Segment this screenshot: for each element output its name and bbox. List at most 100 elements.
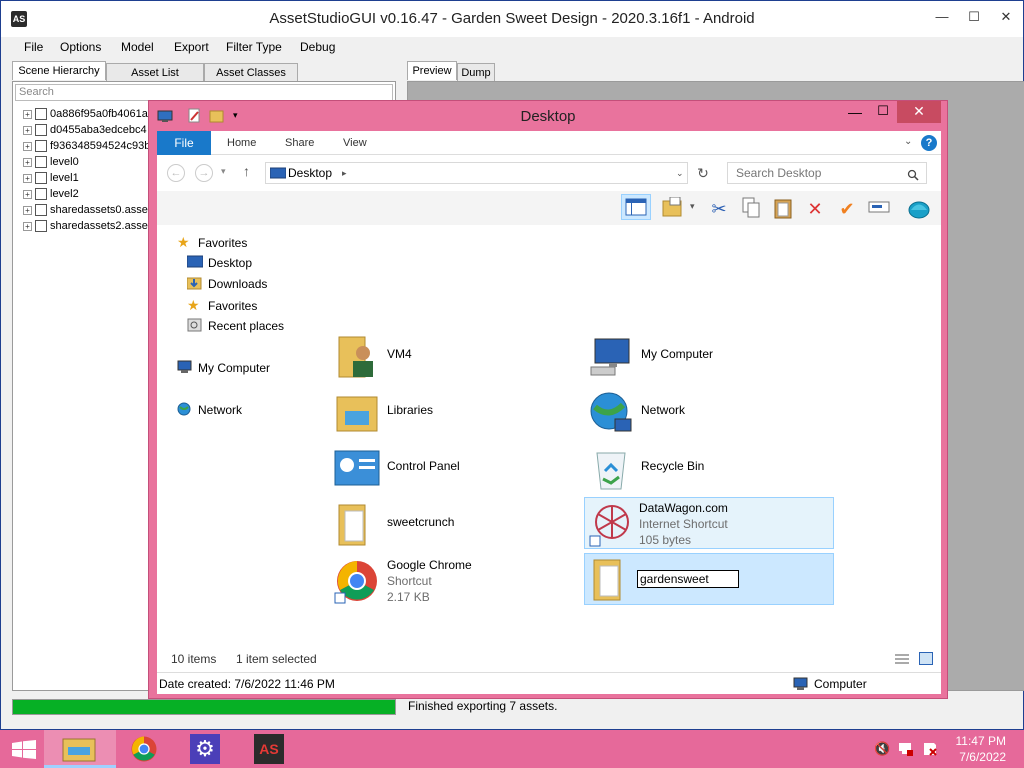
- taskbar-explorer[interactable]: [44, 730, 116, 768]
- taskbar-assetstudio[interactable]: AS: [236, 730, 308, 768]
- tree-checkbox[interactable]: [35, 124, 47, 137]
- explorer-close-button[interactable]: ✕: [897, 101, 941, 123]
- tree-checkbox[interactable]: [35, 188, 47, 201]
- tab-asset-classes[interactable]: Asset Classes: [204, 63, 298, 82]
- tree-item[interactable]: + f936348594524c93b: [23, 138, 150, 154]
- menu-export[interactable]: Export: [174, 40, 209, 54]
- ribbon-home-tab[interactable]: Home: [227, 137, 256, 149]
- back-icon[interactable]: ←: [167, 164, 185, 182]
- folder-gardensweet[interactable]: gardensweet: [584, 553, 834, 605]
- nav-my-computer[interactable]: My Computer: [177, 359, 270, 377]
- volume-muted-icon[interactable]: 🔇: [874, 741, 890, 757]
- taskbar-clock[interactable]: 11:47 PM 7/6/2022: [956, 733, 1006, 765]
- shortcut-google-chrome[interactable]: Google Chrome Shortcut 2.17 KB: [333, 555, 533, 607]
- tree-item[interactable]: + d0455aba3edcebc4: [23, 122, 147, 138]
- ribbon-expand-icon[interactable]: ⌄: [904, 136, 912, 147]
- expand-icon[interactable]: +: [23, 109, 32, 119]
- shortcut-datawagon[interactable]: DataWagon.com Internet Shortcut 105 byte…: [584, 497, 834, 549]
- explorer-maximize-button[interactable]: ☐: [871, 103, 895, 119]
- options-dropdown-icon[interactable]: ▾: [690, 201, 695, 212]
- menu-filter-type[interactable]: Filter Type: [226, 40, 282, 54]
- tree-item[interactable]: + level2: [23, 186, 79, 202]
- item-network[interactable]: Network: [587, 387, 787, 439]
- help-icon[interactable]: ?: [921, 135, 937, 151]
- tree-checkbox[interactable]: [35, 204, 47, 217]
- tree-checkbox[interactable]: [35, 140, 47, 153]
- nav-downloads[interactable]: Downloads: [187, 275, 267, 293]
- recent-locations-icon[interactable]: ▾: [221, 166, 226, 177]
- cut-icon[interactable]: ✂: [707, 197, 731, 221]
- tree-item-label: 0a886f95a0fb4061a: [50, 108, 148, 120]
- tree-item[interactable]: + sharedassets0.asset: [23, 202, 151, 218]
- expand-icon[interactable]: +: [23, 173, 32, 183]
- nav-favorites-folder[interactable]: ★ Favorites: [187, 296, 257, 314]
- network-tray-icon[interactable]: [898, 741, 914, 757]
- expand-icon[interactable]: +: [23, 141, 32, 151]
- taskbar-settings[interactable]: ⚙: [172, 730, 244, 768]
- item-my-computer[interactable]: My Computer: [587, 331, 787, 383]
- address-dropdown-icon[interactable]: ⌄: [676, 163, 684, 183]
- ribbon-file-tab[interactable]: File: [157, 131, 211, 155]
- expand-icon[interactable]: +: [23, 221, 32, 231]
- address-bar[interactable]: Desktop ▸ ⌄: [265, 162, 688, 184]
- menu-model[interactable]: Model: [121, 40, 154, 54]
- tree-item[interactable]: + sharedassets2.asset: [23, 218, 151, 234]
- rename-icon[interactable]: [867, 197, 891, 221]
- tree-item[interactable]: + level1: [23, 170, 79, 186]
- tab-preview[interactable]: Preview: [407, 61, 457, 80]
- folder-sweetcrunch[interactable]: sweetcrunch: [333, 499, 533, 551]
- menu-options[interactable]: Options: [60, 40, 101, 54]
- ribbon-view-tab[interactable]: View: [343, 137, 367, 149]
- menu-file[interactable]: File: [24, 40, 43, 54]
- start-button[interactable]: [0, 730, 48, 768]
- explorer-minimize-button[interactable]: —: [843, 104, 867, 120]
- large-icons-view-icon[interactable]: [919, 652, 933, 665]
- expand-icon[interactable]: +: [23, 189, 32, 199]
- rename-input[interactable]: gardensweet: [637, 570, 739, 588]
- ribbon-share-tab[interactable]: Share: [285, 137, 314, 149]
- tree-item[interactable]: + level0: [23, 154, 79, 170]
- item-libraries[interactable]: Libraries: [333, 387, 533, 439]
- forward-icon[interactable]: →: [195, 164, 213, 182]
- item-recycle-bin[interactable]: Recycle Bin: [587, 443, 787, 495]
- tree-checkbox[interactable]: [35, 156, 47, 169]
- minimize-button[interactable]: —: [927, 7, 957, 27]
- expand-icon[interactable]: +: [23, 205, 32, 215]
- delete-icon[interactable]: ✕: [803, 197, 827, 221]
- up-icon[interactable]: ↑: [243, 163, 250, 179]
- shell-icon[interactable]: [907, 197, 931, 221]
- nav-network[interactable]: Network: [177, 401, 242, 419]
- search-input[interactable]: Search: [15, 84, 393, 101]
- nav-favorites[interactable]: ★ Favorites: [177, 233, 247, 251]
- tree-checkbox[interactable]: [35, 108, 47, 121]
- close-button[interactable]: ✕: [991, 7, 1021, 27]
- checkmark-icon[interactable]: ✔: [835, 197, 859, 221]
- title-bar[interactable]: AS AssetStudioGUI v0.16.47 - Garden Swee…: [1, 1, 1023, 37]
- explorer-title-bar[interactable]: ▾ Desktop — ☐ ✕: [149, 101, 947, 131]
- folder-options-icon[interactable]: [661, 196, 685, 221]
- nav-recent-places[interactable]: Recent places: [187, 317, 284, 335]
- item-control-panel[interactable]: Control Panel: [333, 443, 533, 495]
- address-chevron-icon[interactable]: ▸: [342, 163, 347, 183]
- tab-scene-hierarchy[interactable]: Scene Hierarchy: [12, 61, 106, 80]
- tab-dump[interactable]: Dump: [457, 63, 495, 82]
- maximize-button[interactable]: ☐: [959, 7, 989, 27]
- tree-checkbox[interactable]: [35, 220, 47, 233]
- search-icon[interactable]: [907, 169, 919, 181]
- tree-checkbox[interactable]: [35, 172, 47, 185]
- details-view-icon[interactable]: [895, 653, 909, 665]
- taskbar-chrome[interactable]: [108, 730, 180, 768]
- copy-icon[interactable]: [739, 197, 763, 221]
- action-center-icon[interactable]: [922, 741, 938, 757]
- paste-icon[interactable]: [771, 197, 795, 221]
- preview-pane-icon[interactable]: [621, 194, 651, 220]
- nav-desktop[interactable]: Desktop: [187, 254, 252, 272]
- expand-icon[interactable]: +: [23, 125, 32, 135]
- search-desktop-input[interactable]: Search Desktop: [727, 162, 927, 184]
- tab-asset-list[interactable]: Asset List: [106, 63, 204, 82]
- expand-icon[interactable]: +: [23, 157, 32, 167]
- menu-debug[interactable]: Debug: [300, 40, 335, 54]
- refresh-icon[interactable]: ↻: [693, 164, 713, 184]
- folder-vm4[interactable]: VM4: [333, 331, 533, 383]
- tree-item[interactable]: +0a886f95a0fb4061a: [23, 106, 148, 122]
